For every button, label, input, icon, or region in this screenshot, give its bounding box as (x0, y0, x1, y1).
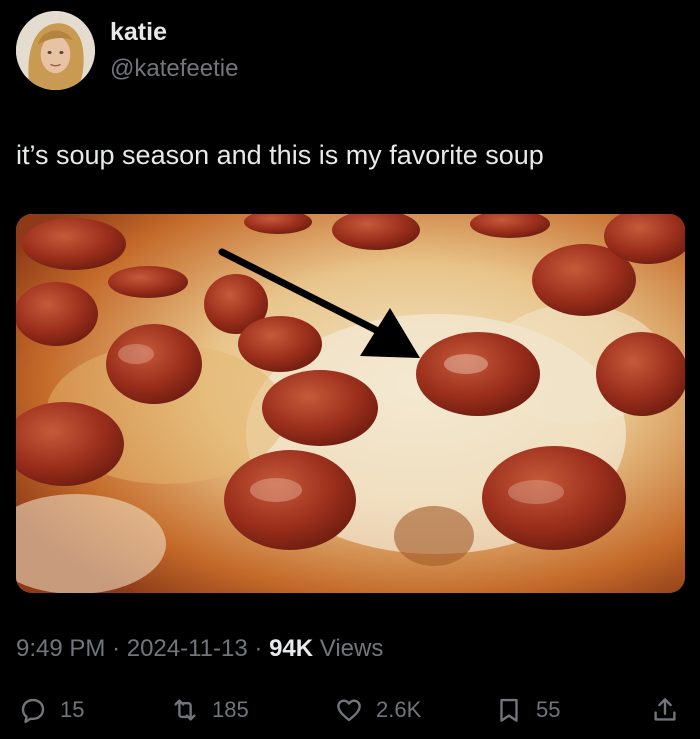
reply-icon (21, 698, 45, 724)
tweet-meta: 9:49 PM · 2024-11-13 · 94K Views (16, 635, 383, 663)
share-button[interactable] (650, 690, 680, 730)
like-count: 2.6K (376, 697, 422, 722)
share-icon (654, 698, 676, 721)
tweet-text: it’s soup season and this is my favorite… (16, 140, 544, 170)
reply-count: 15 (60, 697, 85, 722)
repost-icon (174, 699, 196, 721)
reply-button[interactable]: 15 (18, 690, 84, 730)
avatar[interactable] (16, 11, 95, 90)
like-button[interactable]: 2.6K (334, 690, 421, 730)
tweet-image[interactable] (16, 214, 685, 593)
author-handle[interactable]: @katefeetie (110, 55, 238, 83)
repost-button[interactable]: 185 (170, 690, 249, 730)
pizza-photo (16, 214, 685, 593)
avatar-image (16, 11, 95, 90)
bookmark-button[interactable]: 55 (494, 690, 560, 730)
tweet-date[interactable]: 2024-11-13 (127, 635, 248, 662)
bookmark-count: 55 (536, 697, 561, 722)
tweet-time[interactable]: 9:49 PM (16, 635, 105, 662)
repost-count: 185 (212, 697, 249, 722)
author-name[interactable]: katie (110, 18, 167, 47)
views-count: 94K (269, 635, 314, 662)
views-label: Views (319, 635, 384, 662)
bookmark-icon (500, 698, 518, 722)
heart-icon (337, 699, 361, 722)
meta-separator: · (112, 635, 121, 662)
meta-separator: · (254, 635, 263, 662)
action-bar: 15 185 2.6K 55 (0, 690, 700, 730)
